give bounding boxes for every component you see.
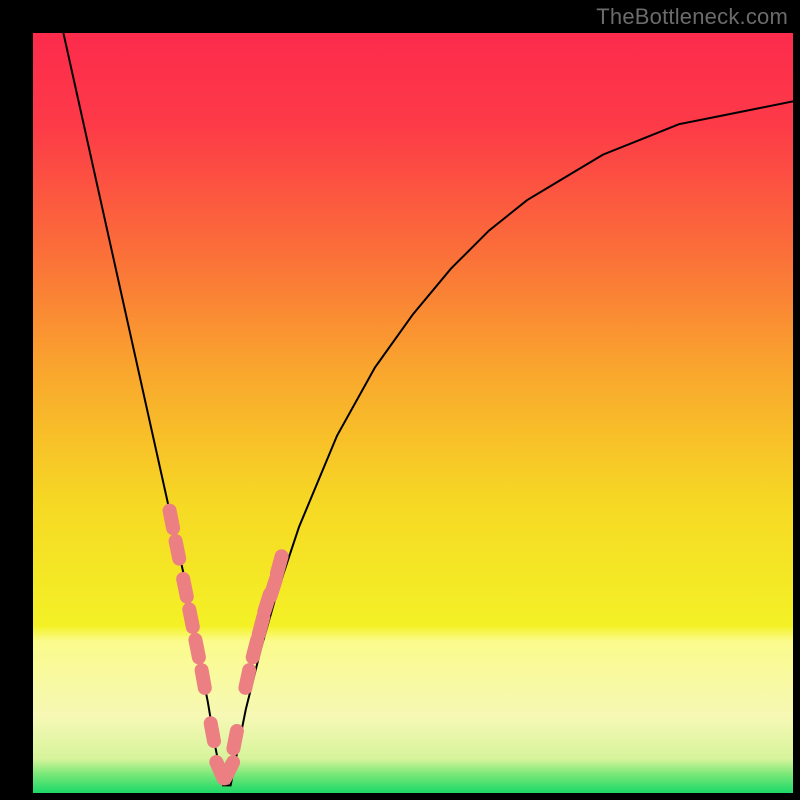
marker-bead (225, 762, 233, 778)
plot-svg (33, 33, 793, 793)
marker-bead (202, 670, 205, 688)
plot-area (33, 33, 793, 793)
marker-bead (176, 541, 180, 559)
outer-frame: TheBottleneck.com (0, 0, 800, 800)
marker-bead (245, 670, 249, 688)
marker-bead (253, 640, 258, 657)
marker-bead (233, 731, 237, 749)
marker-bead (277, 556, 282, 573)
watermark-text: TheBottleneck.com (596, 4, 788, 30)
marker-bead (195, 640, 199, 658)
marker-bead (259, 617, 264, 634)
marker-bead (170, 511, 174, 529)
marker-bead (270, 579, 276, 596)
marker-bead (183, 579, 187, 597)
marker-bead (189, 609, 193, 627)
marker-bead (211, 723, 214, 741)
